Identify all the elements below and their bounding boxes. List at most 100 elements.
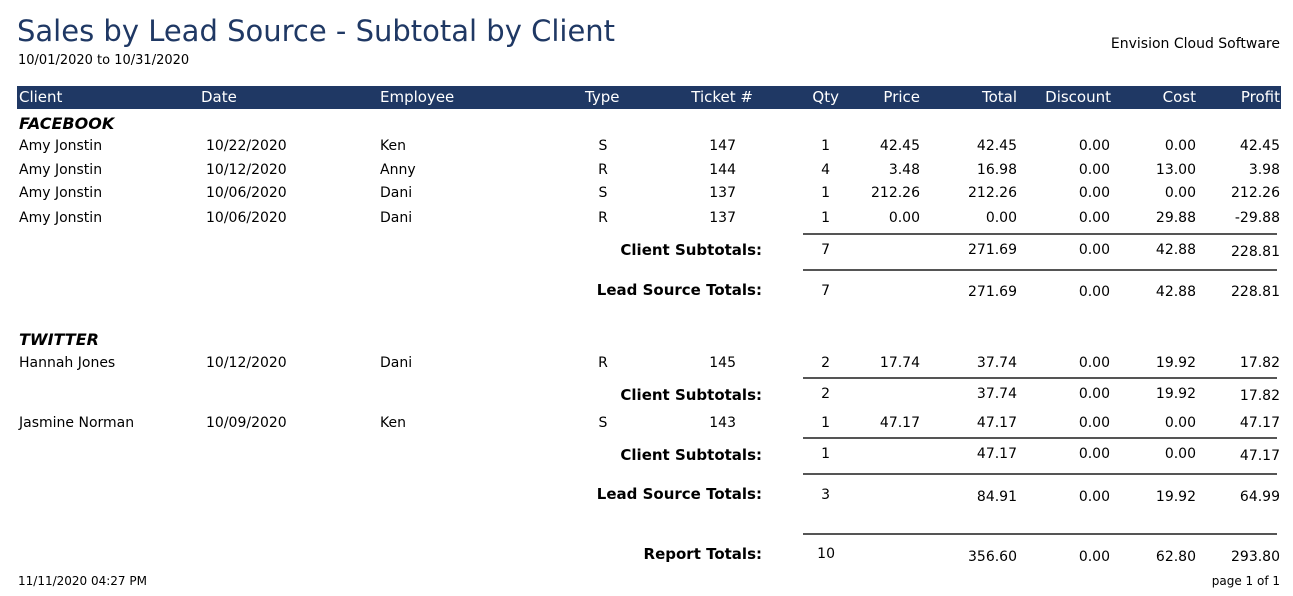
cell-type: S [598, 138, 608, 154]
cell-type: R [598, 210, 608, 226]
cell-price: 47.17 [879, 415, 920, 431]
cell-total: 42.45 [976, 138, 1017, 154]
cell-ticket: 137 [709, 210, 736, 226]
cell-qty: 1 [821, 185, 830, 201]
cell-type: R [598, 355, 608, 371]
cell-cost: 0.00 [1164, 415, 1196, 431]
subtotal-total: 271.69 [968, 242, 1017, 258]
cell-price: 0.00 [888, 210, 920, 226]
cell-client: Amy Jonstin [19, 210, 103, 226]
subtotal-discount: 0.00 [1078, 446, 1110, 462]
cell-date: 10/06/2020 [206, 210, 287, 226]
col-profit: Profit [1240, 88, 1280, 106]
cell-qty: 4 [821, 162, 830, 178]
cell-profit: 42.45 [1239, 138, 1280, 154]
cell-client: Amy Jonstin [19, 162, 103, 178]
col-date: Date [201, 88, 237, 106]
cell-ticket: 143 [709, 415, 736, 431]
cell-discount: 0.00 [1078, 138, 1110, 154]
cell-cost: 0.00 [1164, 185, 1196, 201]
col-price: Price [883, 88, 920, 106]
lead-total-divider [803, 269, 1277, 271]
cell-ticket: 144 [709, 162, 736, 178]
subtotal-qty: 7 [821, 242, 830, 258]
subtotal-profit: 47.17 [1239, 448, 1280, 464]
group-title: TWITTER [19, 330, 99, 349]
cell-date: 10/06/2020 [206, 185, 287, 201]
col-client: Client [19, 88, 63, 106]
cell-date: 10/09/2020 [206, 415, 287, 431]
lead-source-totals-label: Lead Source Totals: [596, 485, 762, 503]
cell-qty: 1 [821, 415, 830, 431]
cell-discount: 0.00 [1078, 185, 1110, 201]
cell-type: R [598, 162, 608, 178]
lead-total-discount: 0.00 [1078, 284, 1110, 300]
cell-price: 17.74 [879, 355, 920, 371]
client-subtotals-label: Client Subtotals: [620, 241, 762, 259]
report-title: Sales by Lead Source - Subtotal by Clien… [17, 14, 616, 48]
subtotal-cost: 42.88 [1155, 242, 1196, 258]
cell-profit: -29.88 [1234, 210, 1280, 226]
report-total-profit: 293.80 [1231, 549, 1280, 565]
lead-total-qty: 3 [821, 487, 830, 503]
lead-total-profit: 64.99 [1239, 489, 1280, 505]
cell-qty: 2 [821, 355, 830, 371]
cell-employee: Dani [380, 210, 413, 226]
subtotal-qty: 2 [821, 386, 830, 402]
cell-client: Amy Jonstin [19, 138, 103, 154]
col-type: Type [585, 88, 620, 106]
cell-type: S [598, 415, 608, 431]
cell-qty: 1 [821, 210, 830, 226]
cell-profit: 3.98 [1248, 162, 1280, 178]
cell-date: 10/12/2020 [206, 162, 287, 178]
cell-cost: 0.00 [1164, 138, 1196, 154]
cell-price: 42.45 [879, 138, 920, 154]
cell-ticket: 145 [709, 355, 736, 371]
cell-total: 47.17 [976, 415, 1017, 431]
cell-total: 37.74 [976, 355, 1017, 371]
cell-total: 212.26 [968, 185, 1017, 201]
cell-date: 10/22/2020 [206, 138, 287, 154]
report-total-cost: 62.80 [1155, 549, 1196, 565]
cell-total: 0.00 [985, 210, 1017, 226]
report-total-discount: 0.00 [1078, 549, 1110, 565]
cell-price: 212.26 [871, 185, 920, 201]
report-total-divider [803, 533, 1277, 535]
cell-employee: Anny [380, 162, 416, 178]
lead-total-qty: 7 [821, 283, 830, 299]
subtotal-qty: 1 [821, 446, 830, 462]
cell-price: 3.48 [888, 162, 920, 178]
lead-total-discount: 0.00 [1078, 489, 1110, 505]
print-timestamp: 11/11/2020 04:27 PM [18, 574, 147, 588]
page-number: page 1 of 1 [1211, 574, 1280, 588]
report-total-qty: 10 [817, 546, 835, 562]
cell-discount: 0.00 [1078, 210, 1110, 226]
group-title: FACEBOOK [19, 114, 115, 133]
lead-total-profit: 228.81 [1231, 284, 1280, 300]
report-totals-label: Report Totals: [643, 545, 762, 563]
cell-cost: 19.92 [1155, 355, 1196, 371]
lead-total-total: 84.91 [976, 489, 1017, 505]
subtotal-discount: 0.00 [1078, 242, 1110, 258]
subtotal-profit: 228.81 [1231, 244, 1280, 260]
cell-total: 16.98 [976, 162, 1017, 178]
cell-client: Hannah Jones [19, 355, 116, 371]
cell-discount: 0.00 [1078, 355, 1110, 371]
subtotal-cost: 19.92 [1155, 386, 1196, 402]
subtotal-divider [803, 437, 1277, 439]
cell-cost: 29.88 [1155, 210, 1196, 226]
cell-discount: 0.00 [1078, 415, 1110, 431]
subtotal-divider [803, 377, 1277, 379]
cell-employee: Dani [380, 355, 413, 371]
cell-discount: 0.00 [1078, 162, 1110, 178]
lead-total-divider [803, 473, 1277, 475]
subtotal-divider [803, 233, 1277, 235]
subtotal-cost: 0.00 [1164, 446, 1196, 462]
cell-client: Amy Jonstin [19, 185, 103, 201]
date-range: 10/01/2020 to 10/31/2020 [18, 53, 190, 68]
col-discount: Discount [1045, 88, 1111, 106]
lead-total-cost: 42.88 [1155, 284, 1196, 300]
cell-profit: 47.17 [1239, 415, 1280, 431]
col-ticket: Ticket # [691, 88, 753, 106]
cell-ticket: 147 [709, 138, 736, 154]
